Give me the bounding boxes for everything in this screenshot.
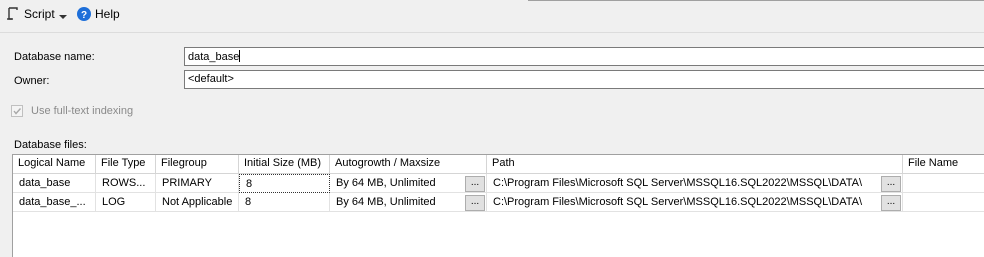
path-value: C:\Program Files\Microsoft SQL Server\MS… — [493, 196, 863, 208]
text-caret — [239, 50, 241, 62]
cell-autogrowth[interactable]: By 64 MB, Unlimited — [330, 193, 487, 212]
cell-file-name[interactable] — [903, 193, 984, 212]
column-header-logical-name[interactable]: Logical Name — [13, 155, 96, 174]
column-header-file-name[interactable]: File Name — [903, 155, 984, 174]
script-label: Script — [24, 7, 55, 21]
cell-logical-name[interactable]: data_base — [13, 174, 96, 193]
help-button[interactable]: ? Help — [77, 5, 120, 23]
script-icon — [6, 7, 20, 21]
toolbar-divider — [528, 0, 984, 1]
path-ellipsis-button[interactable]: ... — [881, 176, 901, 192]
path-value: C:\Program Files\Microsoft SQL Server\MS… — [493, 177, 863, 189]
cell-filegroup[interactable]: PRIMARY — [156, 174, 239, 193]
database-files-label: Database files: — [14, 139, 87, 151]
autogrowth-ellipsis-button[interactable]: ... — [465, 195, 485, 211]
toolbar — [0, 0, 984, 30]
cell-file-type[interactable]: ROWS... — [96, 174, 156, 193]
svg-text:?: ? — [81, 10, 87, 21]
column-header-autogrowth[interactable]: Autogrowth / Maxsize — [330, 155, 487, 174]
cell-autogrowth[interactable]: By 64 MB, Unlimited — [330, 174, 487, 193]
owner-input[interactable]: <default> — [184, 70, 984, 89]
fulltext-checkbox[interactable] — [11, 105, 23, 117]
column-header-filegroup[interactable]: Filegroup — [156, 155, 239, 174]
autogrowth-value: By 64 MB, Unlimited — [336, 196, 436, 208]
autogrowth-value: By 64 MB, Unlimited — [336, 177, 436, 189]
cell-file-name[interactable] — [903, 174, 984, 193]
cell-filegroup[interactable]: Not Applicable — [156, 193, 239, 212]
database-name-label: Database name: — [14, 51, 95, 63]
help-icon: ? — [77, 7, 91, 21]
owner-value: <default> — [188, 73, 234, 85]
column-header-initial-size[interactable]: Initial Size (MB) — [239, 155, 330, 174]
cell-initial-size[interactable]: 8 — [239, 174, 330, 193]
cell-logical-name[interactable]: data_base_... — [13, 193, 96, 212]
script-button[interactable]: Script — [6, 5, 55, 23]
column-header-path[interactable]: Path — [487, 155, 903, 174]
toolbar-separator — [0, 32, 984, 33]
checkmark-icon — [13, 108, 22, 115]
script-dropdown-button[interactable] — [59, 5, 67, 23]
column-header-file-type[interactable]: File Type — [96, 155, 156, 174]
path-ellipsis-button[interactable]: ... — [881, 195, 901, 211]
fulltext-label: Use full-text indexing — [31, 105, 134, 117]
cell-path[interactable]: C:\Program Files\Microsoft SQL Server\MS… — [487, 174, 903, 193]
cell-path[interactable]: C:\Program Files\Microsoft SQL Server\MS… — [487, 193, 903, 212]
chevron-down-icon — [59, 10, 67, 19]
database-name-value: data_base — [188, 51, 240, 63]
autogrowth-ellipsis-button[interactable]: ... — [465, 176, 485, 192]
help-label: Help — [95, 7, 120, 21]
database-name-input[interactable]: data_base — [184, 47, 984, 66]
database-files-grid[interactable]: Logical Name File Type Filegroup Initial… — [12, 154, 984, 257]
cell-initial-size[interactable]: 8 — [239, 193, 330, 212]
cell-file-type[interactable]: LOG — [96, 193, 156, 212]
owner-label: Owner: — [14, 75, 50, 87]
